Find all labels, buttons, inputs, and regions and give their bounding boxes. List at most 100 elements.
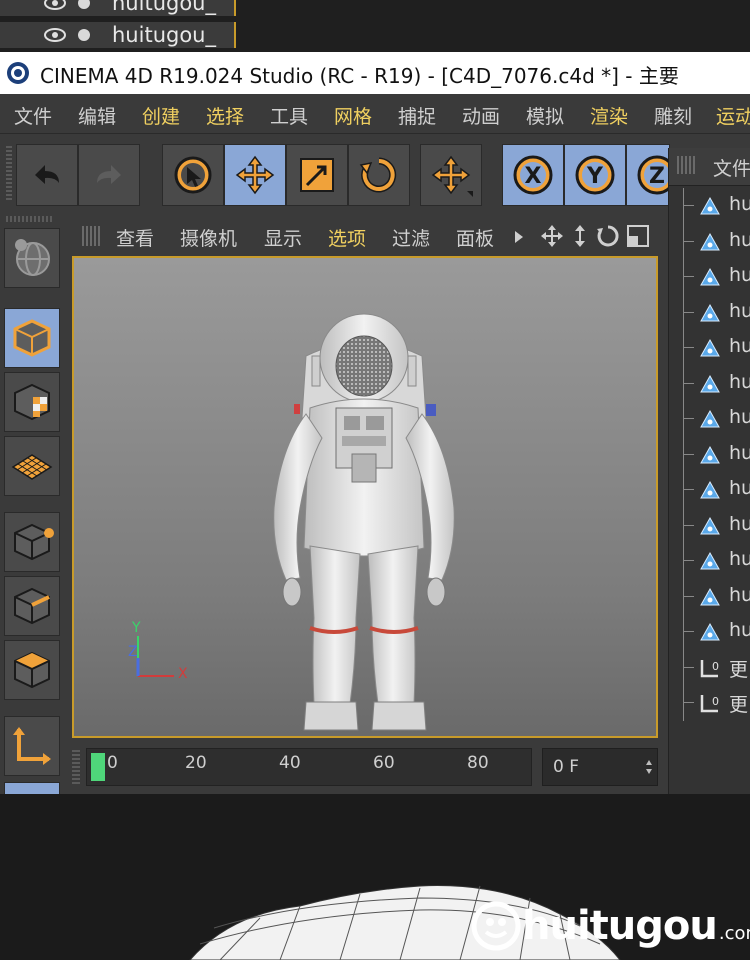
- object-list-item[interactable]: hu: [669, 436, 750, 472]
- object-list-item[interactable]: hu: [669, 365, 750, 401]
- points-mode-icon: [14, 523, 54, 561]
- object-name: hu: [729, 228, 750, 251]
- menu-item[interactable]: 运动: [716, 102, 750, 129]
- null-object-icon: [700, 409, 720, 428]
- object-name: hu: [729, 406, 750, 428]
- object-list-item[interactable]: hu: [669, 401, 750, 437]
- z-axis-lock-button[interactable]: Z: [626, 144, 670, 206]
- undo-button[interactable]: [16, 144, 78, 206]
- scale-button[interactable]: [286, 144, 348, 206]
- object-name: hu: [729, 370, 750, 393]
- menu-item[interactable]: 动画: [462, 102, 500, 129]
- live-selection-button[interactable]: [162, 144, 224, 206]
- object-manager-file-menu[interactable]: 文件: [713, 154, 750, 181]
- move-button[interactable]: [224, 144, 286, 206]
- edges-mode-button[interactable]: [4, 576, 60, 636]
- tree-connector: [683, 472, 694, 508]
- object-list-item[interactable]: hu: [669, 614, 750, 650]
- points-mode-button[interactable]: [4, 512, 60, 572]
- menu-item[interactable]: 渲染: [590, 102, 628, 129]
- edges-mode-icon: [14, 587, 50, 625]
- top-list-row[interactable]: huitugou_: [0, 0, 236, 16]
- menu-item[interactable]: 模拟: [526, 102, 564, 129]
- menu-item[interactable]: 文件: [14, 102, 52, 129]
- viewport-menu-item[interactable]: 查看: [116, 224, 154, 251]
- rotate-view-icon[interactable]: [596, 224, 620, 248]
- viewport-menu-item[interactable]: 显示: [264, 224, 302, 251]
- object-list-item[interactable]: 0更: [669, 649, 750, 685]
- object-list-item[interactable]: 0更: [669, 685, 750, 721]
- object-list-item[interactable]: hu: [669, 472, 750, 508]
- x-axis-lock-button[interactable]: X: [502, 144, 564, 206]
- texture-mode-button[interactable]: [4, 372, 60, 432]
- object-list-item[interactable]: hu: [669, 507, 750, 543]
- object-list-item[interactable]: hu: [669, 223, 750, 259]
- timeline-grip[interactable]: [72, 750, 80, 786]
- menu-item[interactable]: 编辑: [78, 102, 116, 129]
- object-list-item[interactable]: hu: [669, 294, 750, 330]
- menu-item[interactable]: 创建: [142, 102, 180, 129]
- toggle-view-icon[interactable]: [626, 224, 650, 248]
- axis-mode-button[interactable]: [4, 716, 60, 776]
- object-list-item[interactable]: hu: [669, 188, 750, 224]
- timeline-track[interactable]: 0 20 40 60 80: [86, 748, 532, 786]
- object-name: 更: [729, 658, 749, 681]
- texture-mode-icon: [14, 383, 50, 421]
- viewport-menu-item[interactable]: 过滤: [392, 224, 430, 251]
- zoom-view-icon[interactable]: [570, 224, 590, 248]
- cinema4d-logo-icon: [7, 62, 29, 84]
- menu-item[interactable]: 雕刻: [654, 102, 692, 129]
- menu-item[interactable]: 网格: [334, 102, 372, 129]
- axis-y-label: Y: [132, 620, 141, 636]
- y-axis-lock-button[interactable]: Y: [564, 144, 626, 206]
- object-list-item[interactable]: hu: [669, 578, 750, 614]
- more-arrow-icon[interactable]: [514, 230, 524, 244]
- top-list-row[interactable]: huitugou_: [0, 22, 236, 48]
- render-dot-icon[interactable]: [78, 29, 90, 41]
- pan-view-icon[interactable]: [540, 224, 564, 248]
- move-dropdown-button[interactable]: [420, 144, 482, 206]
- toolbar-grip[interactable]: [6, 146, 12, 202]
- model-mode-button[interactable]: [4, 308, 60, 368]
- null-object-icon: [700, 232, 720, 250]
- workplane-button[interactable]: [4, 436, 60, 496]
- tree-connector: [683, 223, 694, 259]
- null-object-icon: [700, 551, 720, 570]
- palette-grip[interactable]: [6, 216, 54, 222]
- main-menu-bar: 文件 编辑 创建 选择 工具 网格 捕捉 动画 模拟 渲染 雕刻 运动: [0, 94, 750, 134]
- viewport-grip[interactable]: [82, 226, 100, 246]
- make-editable-button[interactable]: [4, 228, 60, 288]
- viewport-menu-item[interactable]: 面板: [456, 224, 494, 251]
- menu-item[interactable]: 捕捉: [398, 102, 436, 129]
- rotate-button[interactable]: [348, 144, 410, 206]
- render-dot-icon[interactable]: [78, 0, 90, 9]
- current-frame-field[interactable]: 0 F: [542, 748, 658, 786]
- object-name: 更: [729, 694, 749, 716]
- panel-grip[interactable]: [677, 156, 695, 174]
- redo-button[interactable]: [78, 144, 140, 206]
- object-name: hu: [729, 441, 750, 464]
- object-list-item[interactable]: hu: [669, 330, 750, 366]
- y-axis-letter: Y: [586, 164, 604, 189]
- perspective-viewport[interactable]: Y Z X: [72, 256, 658, 738]
- visibility-eye-icon[interactable]: [44, 27, 66, 43]
- object-name: huitugou_: [112, 0, 216, 15]
- menu-item[interactable]: 选择: [206, 102, 244, 129]
- astronaut-model[interactable]: [74, 258, 660, 740]
- menu-item[interactable]: 工具: [270, 102, 308, 129]
- object-name: hu: [729, 193, 750, 215]
- null-object-icon: [700, 587, 720, 605]
- object-name: hu: [729, 299, 750, 322]
- timeline: 0 20 40 60 80 0 F: [72, 742, 662, 794]
- object-list-item[interactable]: hu: [669, 543, 750, 579]
- viewport-menu-item[interactable]: 摄像机: [180, 224, 237, 251]
- polygons-mode-button[interactable]: [4, 640, 60, 700]
- time-cursor[interactable]: [91, 753, 105, 781]
- spinner-arrows-icon[interactable]: [645, 759, 653, 775]
- object-list-item[interactable]: hu: [669, 259, 750, 295]
- viewport-menu-item[interactable]: 选项: [328, 224, 366, 251]
- axis-x-label: X: [178, 666, 188, 682]
- extra-tool-button[interactable]: [4, 782, 60, 794]
- z-axis-icon: Z: [637, 155, 669, 195]
- visibility-eye-icon[interactable]: [44, 0, 66, 11]
